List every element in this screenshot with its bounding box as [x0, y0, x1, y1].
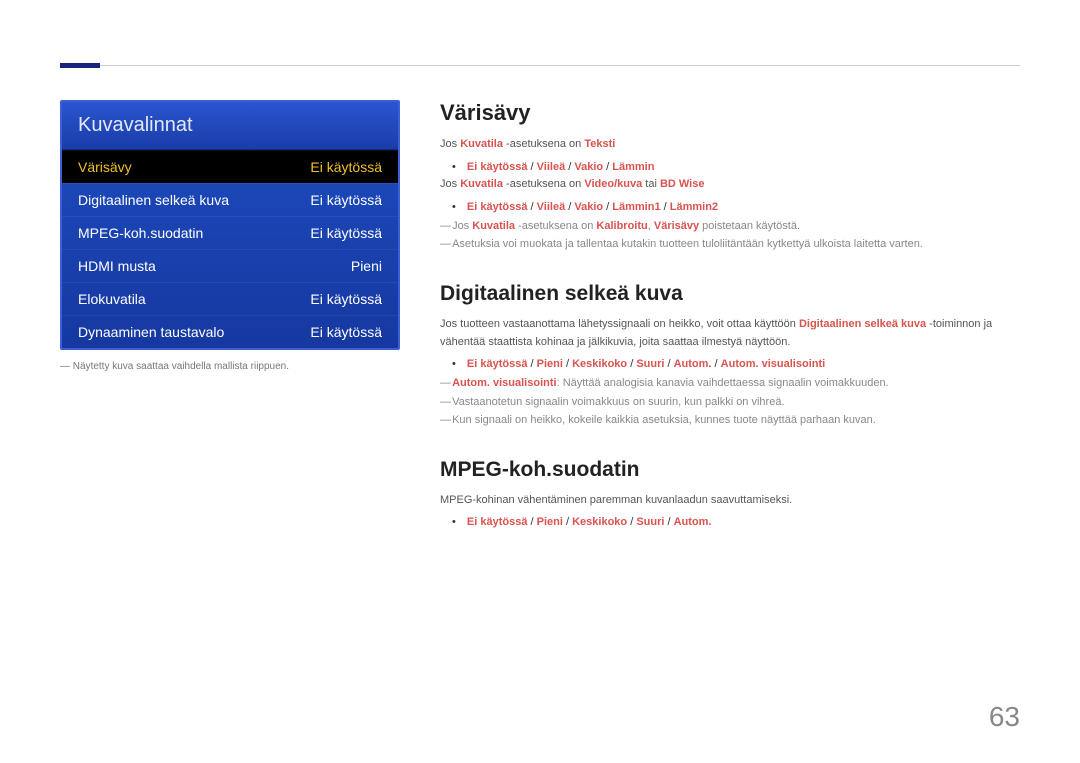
menu-row-hdmi[interactable]: HDMI musta Pieni [62, 249, 398, 282]
heading-mpeg: MPEG-koh.suodatin [440, 458, 1020, 482]
menu-row-value: Ei käytössä [310, 291, 382, 307]
menu-row-label: MPEG-koh.suodatin [78, 225, 203, 241]
menu-row-value: Ei käytössä [310, 225, 382, 241]
menu-box: Kuvavalinnat Värisävy Ei käytössä Digita… [60, 100, 400, 350]
heading-digitaalinen: Digitaalinen selkeä kuva [440, 282, 1020, 306]
menu-row-value: Ei käytössä [310, 192, 382, 208]
page-number: 63 [989, 701, 1020, 733]
option-list: Ei käytössä / Pieni / Keskikoko / Suuri … [452, 355, 1020, 374]
menu-row-varisavy[interactable]: Värisävy Ei käytössä [62, 150, 398, 183]
note-text: Asetuksia voi muokata ja tallentaa kutak… [440, 235, 1020, 254]
menu-row-label: Digitaalinen selkeä kuva [78, 192, 229, 208]
page-content: Kuvavalinnat Värisävy Ei käytössä Digita… [0, 0, 1080, 600]
menu-row-value: Pieni [351, 258, 382, 274]
menu-title: Kuvavalinnat [62, 102, 398, 150]
section-digitaalinen: Digitaalinen selkeä kuva Jos tuotteen va… [440, 282, 1020, 430]
caption-text: Näytetty kuva saattaa vaihdella mallista… [73, 361, 289, 372]
note-text: Autom. visualisointi: Näyttää analogisia… [440, 374, 1020, 393]
section-varisavy: Värisävy Jos Kuvatila -asetuksena on Tek… [440, 100, 1020, 254]
top-accent-bar [60, 63, 100, 68]
menu-row-value: Ei käytössä [310, 324, 382, 340]
option-list: Ei käytössä / Pieni / Keskikoko / Suuri … [452, 513, 1020, 532]
menu-row-label: Dynaaminen taustavalo [78, 324, 224, 340]
body-text: MPEG-kohinan vähentäminen paremman kuvan… [440, 492, 1020, 510]
note-text: Kun signaali on heikko, kokeile kaikkia … [440, 411, 1020, 430]
body-text: Jos tuotteen vastaanottama lähetyssignaa… [440, 316, 1020, 351]
menu-row-elokuvatila[interactable]: Elokuvatila Ei käytössä [62, 282, 398, 315]
caption-dash: ― [60, 361, 73, 372]
menu-row-label: Värisävy [78, 159, 132, 175]
main-content: Värisävy Jos Kuvatila -asetuksena on Tek… [440, 100, 1020, 560]
body-text: Jos Kuvatila -asetuksena on Teksti [440, 136, 1020, 154]
top-divider [60, 65, 1020, 66]
image-caption: ― Näytetty kuva saattaa vaihdella mallis… [60, 360, 400, 374]
menu-row-dynaaminen[interactable]: Dynaaminen taustavalo Ei käytössä [62, 315, 398, 348]
option-list: Ei käytössä / Viileä / Vakio / Lämmin [452, 158, 1020, 177]
heading-varisavy: Värisävy [440, 100, 1020, 126]
menu-row-label: Elokuvatila [78, 291, 146, 307]
note-text: Vastaanotetun signaalin voimakkuus on su… [440, 393, 1020, 412]
note-text: Jos Kuvatila -asetuksena on Kalibroitu, … [440, 217, 1020, 236]
body-text: Jos Kuvatila -asetuksena on Video/kuva t… [440, 176, 1020, 194]
option-list: Ei käytössä / Viileä / Vakio / Lämmin1 /… [452, 198, 1020, 217]
menu-row-digitaalinen[interactable]: Digitaalinen selkeä kuva Ei käytössä [62, 183, 398, 216]
menu-row-label: HDMI musta [78, 258, 156, 274]
menu-row-value: Ei käytössä [310, 159, 382, 175]
section-mpeg: MPEG-koh.suodatin MPEG-kohinan vähentämi… [440, 458, 1020, 532]
sidebar: Kuvavalinnat Värisävy Ei käytössä Digita… [60, 100, 400, 560]
menu-row-mpeg[interactable]: MPEG-koh.suodatin Ei käytössä [62, 216, 398, 249]
